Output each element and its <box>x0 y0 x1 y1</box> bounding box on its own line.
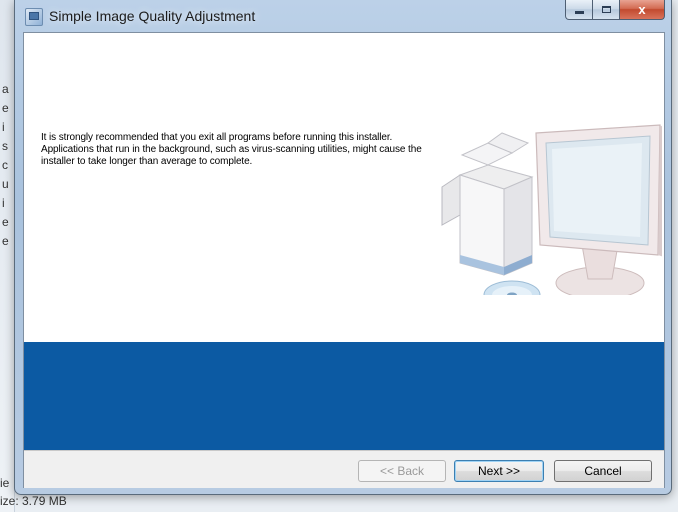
bg-letter: e <box>2 215 9 229</box>
window-title: Simple Image Quality Adjustment <box>49 8 256 24</box>
minimize-button[interactable] <box>565 0 593 20</box>
bg-letter: e <box>2 234 9 248</box>
next-button[interactable]: Next >> <box>454 460 544 482</box>
minimize-icon <box>574 11 584 14</box>
monitor-icon <box>535 124 662 295</box>
close-button[interactable]: x <box>620 0 665 20</box>
bg-letter: i <box>2 196 5 210</box>
installer-app-icon <box>25 8 43 26</box>
maximize-icon <box>601 6 611 13</box>
caption-buttons: x <box>565 0 665 20</box>
box-icon <box>441 132 534 276</box>
bg-letter: e <box>2 101 9 115</box>
back-button[interactable]: << Back <box>358 460 446 482</box>
close-icon: x <box>638 2 646 17</box>
cd-disc-icon <box>483 280 541 295</box>
background-fragment: ie <box>0 476 10 490</box>
background-app-strip <box>0 0 15 512</box>
computer-illustration <box>441 124 662 295</box>
bg-letter: c <box>2 158 8 172</box>
background-file-size: ize: 3.79 MB <box>0 494 67 508</box>
background-app-text: a e i s c u i e e <box>2 82 14 253</box>
wizard-button-bar: << Back Next >> Cancel <box>24 450 664 488</box>
cancel-button[interactable]: Cancel <box>554 460 652 482</box>
installer-window: Simple Image Quality Adjustment x It is … <box>14 0 672 495</box>
warning-message: It is strongly recommended that you exit… <box>41 132 422 167</box>
branding-band <box>24 342 664 450</box>
bg-letter: i <box>2 120 5 134</box>
title-bar[interactable]: Simple Image Quality Adjustment x <box>15 0 671 32</box>
bg-letter: a <box>2 82 9 96</box>
maximize-button[interactable] <box>593 0 620 20</box>
wizard-content: It is strongly recommended that you exit… <box>23 32 665 488</box>
bg-letter: u <box>2 177 9 191</box>
bg-letter: s <box>2 139 8 153</box>
